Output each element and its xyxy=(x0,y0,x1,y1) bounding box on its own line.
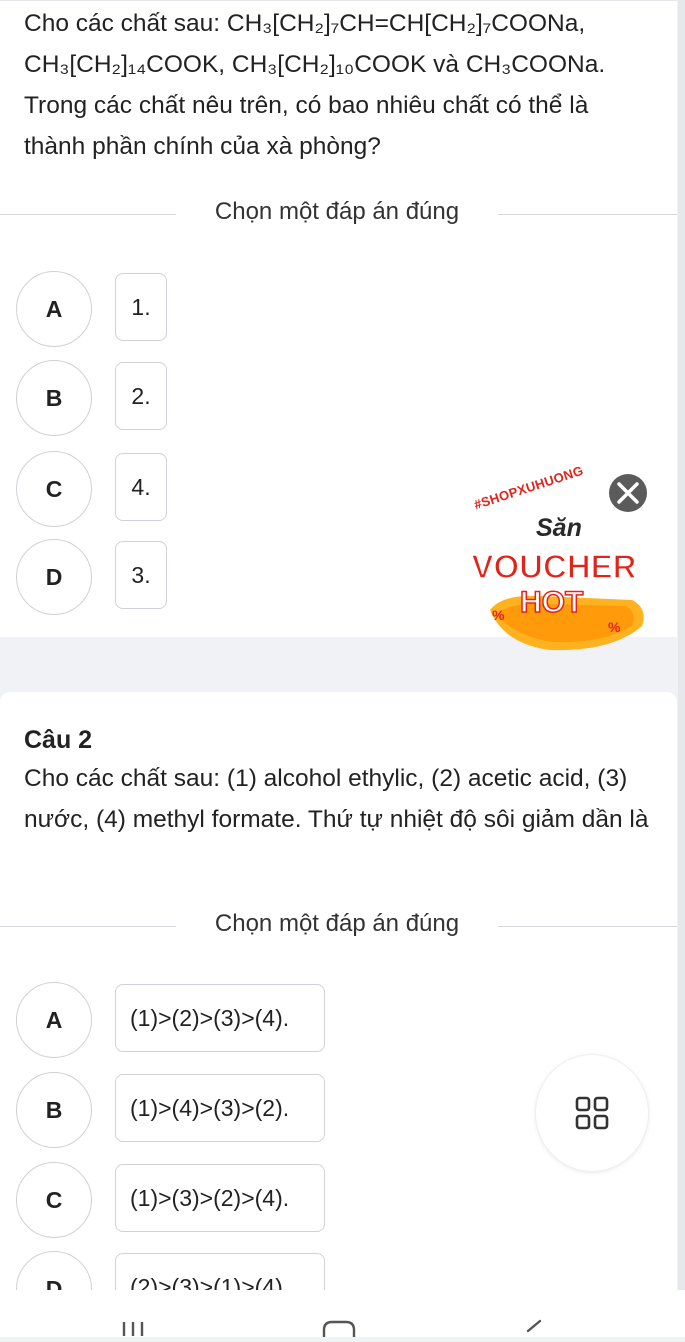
question-1-intro: Cho các chất sau: xyxy=(24,10,227,37)
option-answer[interactable]: 3. xyxy=(115,541,167,609)
voucher-line-voucher: VOUCHER xyxy=(471,547,638,586)
back-icon[interactable] xyxy=(526,1319,542,1333)
option-answer[interactable]: 4. xyxy=(115,453,167,521)
grid-icon xyxy=(575,1096,609,1130)
question-1-formula-1: CH₃[CH₂]₇CH=CH[CH₂]₇COONa, xyxy=(226,10,586,37)
answer-prompt-label: Chọn một đáp án đúng xyxy=(214,198,460,225)
option-letter[interactable]: C xyxy=(16,1162,92,1238)
percent-glyph-right: % xyxy=(608,619,621,635)
option-answer[interactable]: 2. xyxy=(115,362,167,430)
home-icon[interactable] xyxy=(322,1320,356,1337)
option-letter[interactable]: A xyxy=(16,982,92,1058)
scrollbar[interactable] xyxy=(678,0,685,1290)
question-grid-button[interactable] xyxy=(535,1054,649,1172)
question-1-text: Cho các chất sau: CH₃[CH₂]₇CH=CH[CH₂]₇CO… xyxy=(24,3,654,167)
option-letter[interactable]: C xyxy=(16,451,92,527)
close-icon[interactable] xyxy=(609,474,647,512)
question-1-formula-2: CH₃[CH₂]₁₄COOK, CH₃[CH₂]₁₀COOK và CH₃COO… xyxy=(24,51,606,78)
option-letter[interactable]: B xyxy=(16,1072,92,1148)
question-card-2: Câu 2 Cho các chất sau: (1) alcohol ethy… xyxy=(0,692,677,1327)
option-answer[interactable]: 1. xyxy=(115,273,167,341)
voucher-line-hot: HOT xyxy=(519,585,584,620)
option-answer[interactable]: (1)>(3)>(2)>(4). xyxy=(115,1164,325,1232)
answer-prompt-label: Chọn một đáp án đúng xyxy=(214,910,460,937)
question-1-body: Trong các chất nêu trên, có bao nhiêu ch… xyxy=(24,92,589,160)
question-2-text: Cho các chất sau: (1) alcohol ethylic, (… xyxy=(24,765,649,833)
question-2-title: Câu 2 xyxy=(24,726,93,754)
system-navigation-bar xyxy=(0,1290,685,1337)
voucher-banner[interactable]: % % #SHOPXUHUONG Săn VOUCHER HOT xyxy=(462,463,654,652)
percent-glyph-left: % xyxy=(492,607,505,623)
option-letter[interactable]: D xyxy=(16,539,92,615)
option-letter[interactable]: B xyxy=(16,360,92,436)
recent-apps-icon[interactable] xyxy=(122,1322,144,1336)
voucher-line-san: Săn xyxy=(536,514,582,542)
option-letter[interactable]: A xyxy=(16,271,92,347)
option-answer[interactable]: (1)>(4)>(3)>(2). xyxy=(115,1074,325,1142)
option-answer[interactable]: (1)>(2)>(3)>(4). xyxy=(115,984,325,1052)
